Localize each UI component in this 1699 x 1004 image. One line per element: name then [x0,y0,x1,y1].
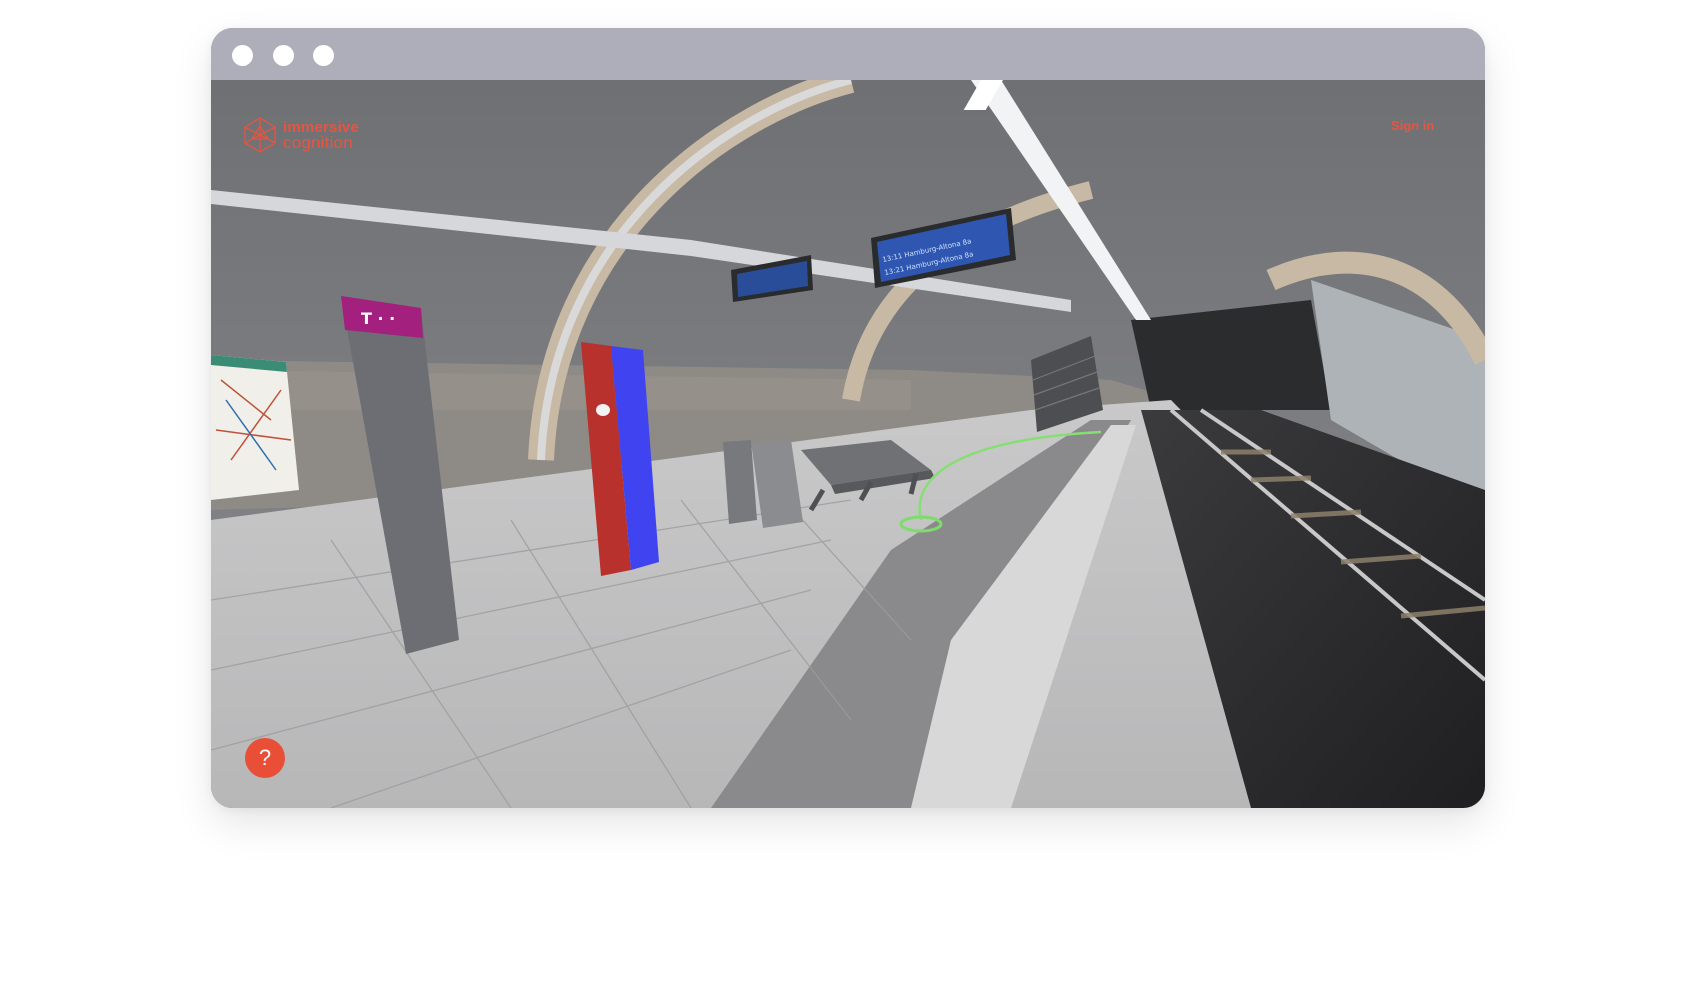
window-control-dot-3[interactable] [313,45,334,66]
trash-bins [723,440,803,528]
window-control-dot-1[interactable] [232,45,253,66]
logo-line-2: cognition [283,133,353,152]
help-button[interactable]: ? [245,738,285,778]
browser-window: 13:11 Hamburg-Altona 8a 13:21 Hamburg-Al… [211,28,1485,808]
vr-scene-viewport[interactable]: 13:11 Hamburg-Altona 8a 13:21 Hamburg-Al… [211,80,1485,808]
subway-station-scene: 13:11 Hamburg-Altona 8a 13:21 Hamburg-Al… [211,80,1485,808]
brand-logo[interactable]: immersive cognition [241,116,359,154]
network-sphere-icon [244,117,276,153]
sign-in-link[interactable]: Sign in [1391,118,1434,133]
window-titlebar [211,28,1485,80]
pillar-brand-text: T · · [361,309,395,328]
network-map-poster [211,355,299,500]
window-control-dot-2[interactable] [273,45,294,66]
column-light-marker [596,404,610,416]
